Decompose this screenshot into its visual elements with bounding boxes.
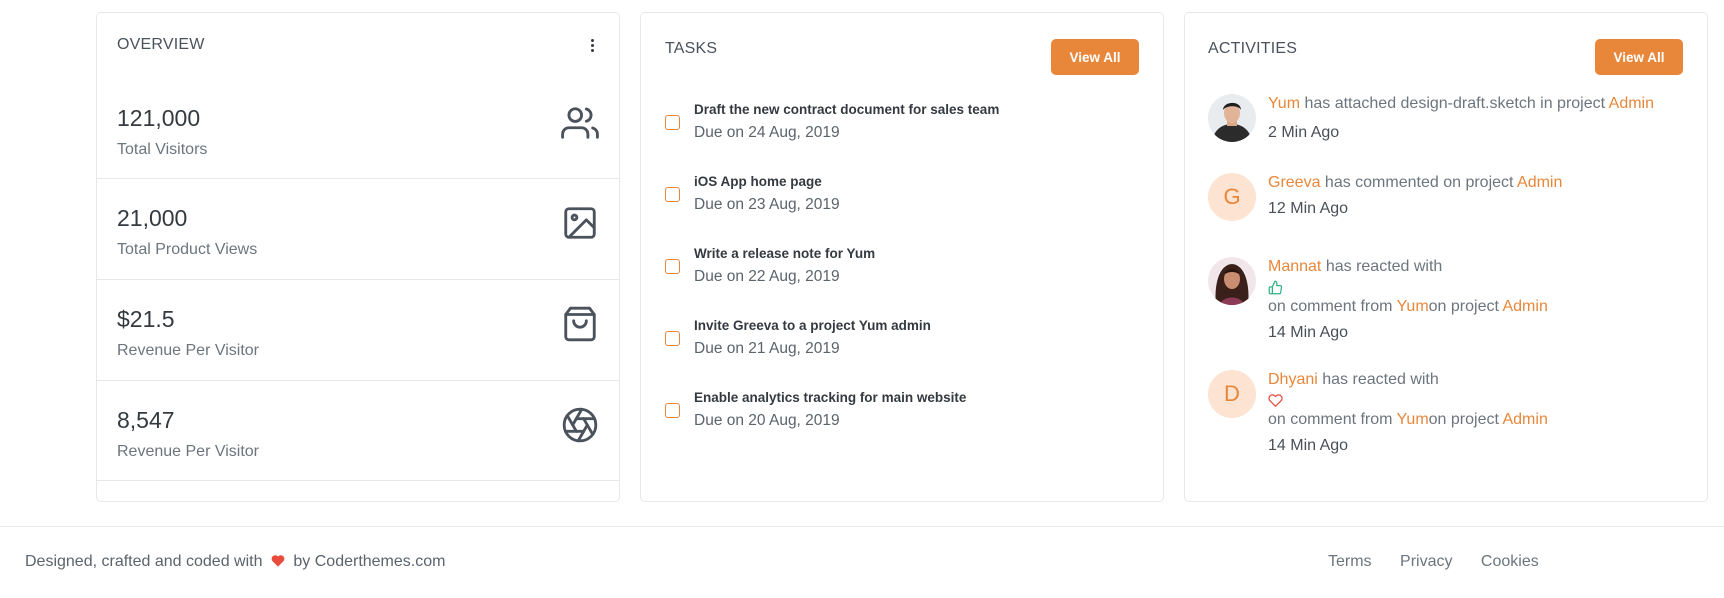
footer-credit-prefix: Designed, crafted and coded with [25,553,263,570]
stat-value: 8,547 [117,407,175,433]
activity-time: 14 Min Ago [1268,324,1349,341]
activity-text-line2: on comment from Yumon project Admin [1268,410,1548,430]
activity-comment-prefix: on comment from [1268,298,1397,315]
task-due: Due on 21 Aug, 2019 [694,340,840,357]
task-due: Due on 24 Aug, 2019 [694,124,840,141]
activity-action: has reacted with [1317,371,1439,388]
task-title: Invite Greeva to a project Yum admin [694,318,931,333]
activity-user-link[interactable]: Yum [1268,95,1300,112]
activity-text: Dhyani has reacted with [1268,370,1439,390]
task-item: Draft the new contract document for sale… [665,102,1143,152]
activity-text: Greeva has commented on project Admin [1268,173,1562,193]
activity-text-line2: on comment from Yumon project Admin [1268,297,1548,317]
stat-label: Revenue Per Visitor [117,443,259,460]
avatar[interactable]: D [1208,370,1256,418]
task-checkbox[interactable] [665,187,680,202]
heart-icon [271,554,285,567]
activities-title: ACTIVITIES [1208,40,1298,57]
activity-project-link[interactable]: Admin [1517,174,1562,191]
task-due: Due on 23 Aug, 2019 [694,196,840,213]
task-title: iOS App home page [694,174,822,189]
activity-project-link[interactable]: Admin [1502,298,1547,315]
stat-total-visitors: 121,000 Total Visitors [97,79,619,180]
footer-link-terms[interactable]: Terms [1328,553,1372,570]
stat-label: Total Visitors [117,141,208,158]
overview-card: OVERVIEW 121,000 Total Visitors 21,000 T… [96,12,620,502]
stat-label: Total Product Views [117,241,258,258]
activities-view-all-button[interactable]: View All [1595,39,1683,75]
stat-revenue-per-visitor: $21.5 Revenue Per Visitor [97,279,619,380]
avatar[interactable] [1208,94,1256,142]
activity-target-link[interactable]: Yum [1397,411,1429,428]
stat-value: 121,000 [117,105,201,131]
tasks-card: TASKS View All Draft the new contract do… [640,12,1164,502]
activity-user-link[interactable]: Greeva [1268,174,1320,191]
footer-credit: Designed, crafted and coded with by Code… [25,553,445,571]
footer-link-cookies[interactable]: Cookies [1481,553,1539,570]
avatar[interactable]: G [1208,173,1256,221]
activity-item: D Dhyani has reacted with on comment fro… [1208,370,1687,480]
thumbs-up-icon [1268,280,1283,295]
stat-value: 21,000 [117,205,188,231]
aperture-icon [561,406,599,444]
footer-divider [0,526,1724,527]
activity-project-prefix: on project [1428,298,1503,315]
stat-label: Revenue Per Visitor [117,342,259,359]
activity-action: has attached design-draft.sketch in proj… [1300,95,1609,112]
activity-comment-prefix: on comment from [1268,411,1397,428]
activity-project-link[interactable]: Admin [1609,95,1654,112]
activity-user-link[interactable]: Mannat [1268,258,1321,275]
activity-time: 14 Min Ago [1268,437,1349,454]
shopping-bag-icon [561,305,599,343]
task-due: Due on 20 Aug, 2019 [694,412,840,429]
activity-project-link[interactable]: Admin [1502,411,1547,428]
activities-card: ACTIVITIES View All Yum has attached des… [1184,12,1708,502]
activity-time: 12 Min Ago [1268,200,1349,217]
task-title: Write a release note for Yum [694,246,876,261]
task-checkbox[interactable] [665,403,680,418]
image-icon [561,204,599,242]
task-item: Invite Greeva to a project Yum admin Due… [665,318,1143,368]
tasks-title: TASKS [665,40,718,57]
task-checkbox[interactable] [665,115,680,130]
activity-item: Yum has attached design-draft.sketch in … [1208,94,1687,154]
footer-links: Terms Privacy Cookies [1328,553,1563,571]
footer-link-privacy[interactable]: Privacy [1400,553,1452,570]
overview-title: OVERVIEW [117,36,205,53]
heart-icon [1268,393,1283,408]
activity-item: Mannat has reacted with on comment from … [1208,257,1687,367]
activity-time: 2 Min Ago [1268,124,1340,141]
task-checkbox[interactable] [665,259,680,274]
task-checkbox[interactable] [665,331,680,346]
stat-value: $21.5 [117,306,175,332]
activity-project-prefix: on project [1428,411,1503,428]
activity-action: has reacted with [1321,258,1443,275]
activity-item: G Greeva has commented on project Admin … [1208,173,1687,233]
tasks-view-all-button[interactable]: View All [1051,39,1139,75]
activity-text: Yum has attached design-draft.sketch in … [1268,94,1654,114]
footer-credit-suffix: by Coderthemes.com [293,553,446,570]
task-due: Due on 22 Aug, 2019 [694,268,840,285]
task-title: Draft the new contract document for sale… [694,102,1000,117]
avatar[interactable] [1208,257,1256,305]
task-item: iOS App home page Due on 23 Aug, 2019 [665,174,1143,224]
task-item: Write a release note for Yum Due on 22 A… [665,246,1143,296]
task-item: Enable analytics tracking for main websi… [665,390,1143,440]
activity-action: has commented on project [1320,174,1518,191]
activity-user-link[interactable]: Dhyani [1268,371,1318,388]
activity-text: Mannat has reacted with [1268,257,1442,277]
task-title: Enable analytics tracking for main websi… [694,390,967,405]
stat-revenue-per-visitor-2: 8,547 Revenue Per Visitor [97,380,619,481]
more-options-icon[interactable] [587,39,597,55]
users-icon [561,104,599,142]
stat-product-views: 21,000 Total Product Views [97,178,619,279]
activity-target-link[interactable]: Yum [1397,298,1429,315]
